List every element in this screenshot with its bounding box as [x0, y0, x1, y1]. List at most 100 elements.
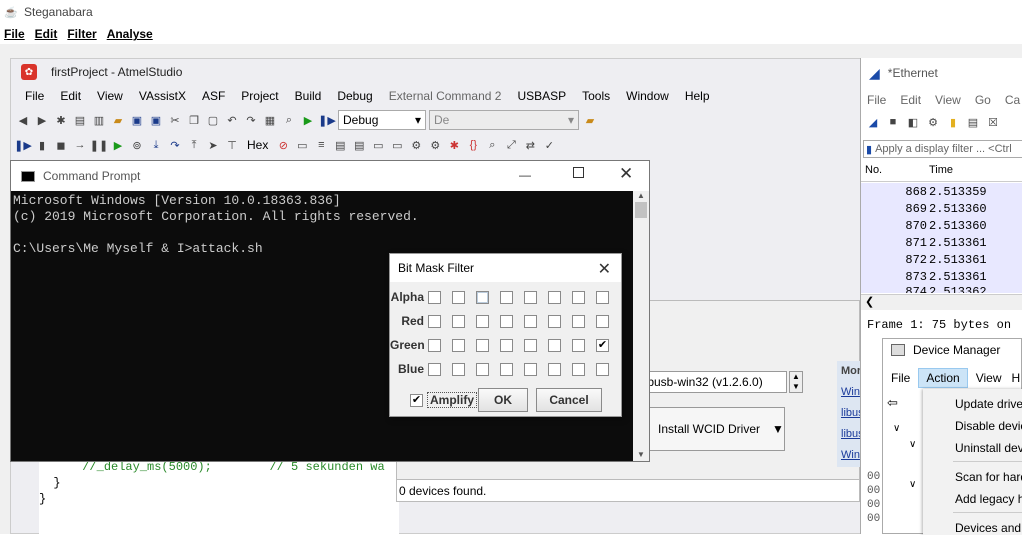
brackets-icon[interactable]: {} [465, 137, 481, 153]
devmgr-menu-help[interactable]: H [1010, 371, 1022, 385]
attach-icon[interactable]: ▰ [582, 112, 598, 128]
run-icon[interactable]: ▶ [110, 137, 126, 153]
bit-checkbox[interactable] [428, 315, 441, 328]
save-all-icon[interactable]: ▣ [148, 112, 164, 128]
code-editor[interactable]: //_delay_ms(5000); // 5 sekunden wa } } [39, 459, 399, 535]
atmel-menu-edit[interactable]: Edit [52, 89, 89, 103]
menu-filter[interactable]: Filter [67, 27, 96, 41]
stop-capture-icon[interactable]: ■ [885, 114, 901, 130]
menu-file[interactable]: File [4, 27, 25, 41]
refactor-icon[interactable]: ⇄ [522, 137, 538, 153]
bit-checkbox[interactable] [524, 315, 537, 328]
driver-spinner[interactable]: ▲▼ [789, 371, 803, 393]
atmel-menu-help[interactable]: Help [677, 89, 718, 103]
link-win-2[interactable]: Win [841, 445, 861, 466]
ws-menu-capture[interactable]: Ca [1005, 93, 1020, 107]
console-output[interactable]: Microsoft Windows [Version 10.0.18363.83… [13, 193, 419, 257]
copy-icon[interactable]: ❐ [186, 112, 202, 128]
bit-checkbox[interactable] [524, 339, 537, 352]
step-into-icon[interactable]: ⤓ [148, 137, 164, 153]
format-icon[interactable]: ≡ [313, 137, 329, 153]
maximize-icon[interactable] [573, 167, 584, 178]
link-libusb-2[interactable]: libus [841, 424, 861, 445]
packet-row[interactable]: 8732.513361 [861, 268, 1022, 285]
packet-list-hscroll[interactable]: ❮ [861, 294, 1022, 310]
ws-menu-view[interactable]: View [935, 93, 961, 107]
atmel-menu-vassistx[interactable]: VAssistX [131, 89, 194, 103]
back-icon[interactable]: ⇦ [887, 395, 898, 411]
atmel-menu-asf[interactable]: ASF [194, 89, 233, 103]
step-out-icon[interactable]: ⤒ [186, 137, 202, 153]
packet-row[interactable]: 8742.513362 [861, 285, 1022, 293]
build-icon[interactable]: ✱ [446, 137, 462, 153]
chevron-down-icon[interactable]: ∨ [909, 439, 916, 450]
bit-checkbox[interactable] [500, 339, 513, 352]
packet-row[interactable]: 8702.513360 [861, 217, 1022, 234]
bit-checkbox[interactable]: ✔ [596, 339, 609, 352]
packet-row[interactable]: 8682.513359 [861, 183, 1022, 200]
spell-icon[interactable]: ✓ [541, 137, 557, 153]
chevron-down-icon[interactable]: ∨ [909, 479, 916, 490]
atmel-menu-debug[interactable]: Debug [329, 89, 380, 103]
cancel-button[interactable]: Cancel [536, 388, 602, 412]
ws-menu-edit[interactable]: Edit [900, 93, 921, 107]
menu-update-driver[interactable]: Update drive [955, 397, 1022, 411]
bit-checkbox[interactable] [452, 363, 465, 376]
bit-checkbox[interactable] [452, 315, 465, 328]
bit-checkbox[interactable] [548, 339, 561, 352]
cursor-icon[interactable]: ➤ [205, 137, 221, 153]
bit-checkbox[interactable] [476, 315, 489, 328]
pause-icon[interactable]: ▮ [34, 137, 50, 153]
bit-checkbox[interactable] [596, 363, 609, 376]
close-file-icon[interactable]: ☒ [985, 114, 1001, 130]
bit-checkbox[interactable] [476, 291, 489, 304]
atmel-menu-usbasp[interactable]: USBASP [509, 89, 574, 103]
chevron-down-icon[interactable]: ∨ [893, 423, 900, 434]
devmgr-menu-action[interactable]: Action [918, 368, 967, 388]
menu-scan-hardware[interactable]: Scan for hard [955, 470, 1022, 484]
bit-checkbox[interactable] [596, 291, 609, 304]
menu-add-legacy[interactable]: Add legacy h [955, 492, 1022, 506]
ok-button[interactable]: OK [478, 388, 528, 412]
new-project-icon[interactable]: ✱ [53, 112, 69, 128]
packet-row[interactable]: 8722.513361 [861, 251, 1022, 268]
bit-checkbox[interactable] [572, 315, 585, 328]
bit-checkbox[interactable] [452, 291, 465, 304]
bit-checkbox[interactable] [548, 291, 561, 304]
start-without-debug-icon[interactable]: ❚▶ [319, 112, 335, 128]
forward-icon[interactable]: ▶ [34, 112, 50, 128]
cmd-scrollbar[interactable]: ▲ ▼ [633, 191, 649, 461]
find-icon[interactable]: ⌕ [281, 112, 297, 128]
link-libusb[interactable]: libus [841, 403, 861, 424]
ws-menu-go[interactable]: Go [975, 93, 991, 107]
amplify-check[interactable]: ✔ [410, 394, 423, 407]
open-file-icon[interactable]: ▮ [945, 114, 961, 130]
minimize-icon[interactable]: — [519, 168, 531, 182]
back-icon[interactable]: ◀ [15, 112, 31, 128]
undo-icon[interactable]: ↶ [224, 112, 240, 128]
bit-checkbox[interactable] [524, 291, 537, 304]
atmel-menu-view[interactable]: View [89, 89, 131, 103]
hex-toggle[interactable]: Hex [243, 138, 272, 152]
bit-checkbox[interactable] [428, 363, 441, 376]
col-time[interactable]: Time [929, 164, 953, 181]
paste-icon[interactable]: ▢ [205, 112, 221, 128]
frame-summary[interactable]: Frame 1: 75 bytes on [861, 314, 1022, 336]
link-win[interactable]: Win [841, 382, 861, 403]
ws-menu-file[interactable]: File [867, 93, 886, 107]
atmel-menu-build[interactable]: Build [287, 89, 330, 103]
packet-row[interactable]: 8712.513361 [861, 234, 1022, 251]
comment-icon[interactable]: ▤ [332, 137, 348, 153]
menu-edit[interactable]: Edit [35, 27, 58, 41]
bit-checkbox[interactable] [548, 315, 561, 328]
step-over-icon[interactable]: ↷ [167, 137, 183, 153]
bit-checkbox[interactable] [428, 339, 441, 352]
restart-capture-icon[interactable]: ◧ [905, 114, 921, 130]
start-debug-icon[interactable]: ▶ [300, 112, 316, 128]
scroll-down-icon[interactable]: ▼ [637, 450, 645, 459]
scroll-left-icon[interactable]: ❮ [865, 296, 874, 308]
display-filter-input[interactable]: ▮ Apply a display filter ... <Ctrl [863, 140, 1022, 158]
amplify-checkbox[interactable]: ✔ Amplify [410, 392, 477, 408]
add-item-icon[interactable]: ▥ [91, 112, 107, 128]
stop-icon[interactable]: ◼ [53, 137, 69, 153]
